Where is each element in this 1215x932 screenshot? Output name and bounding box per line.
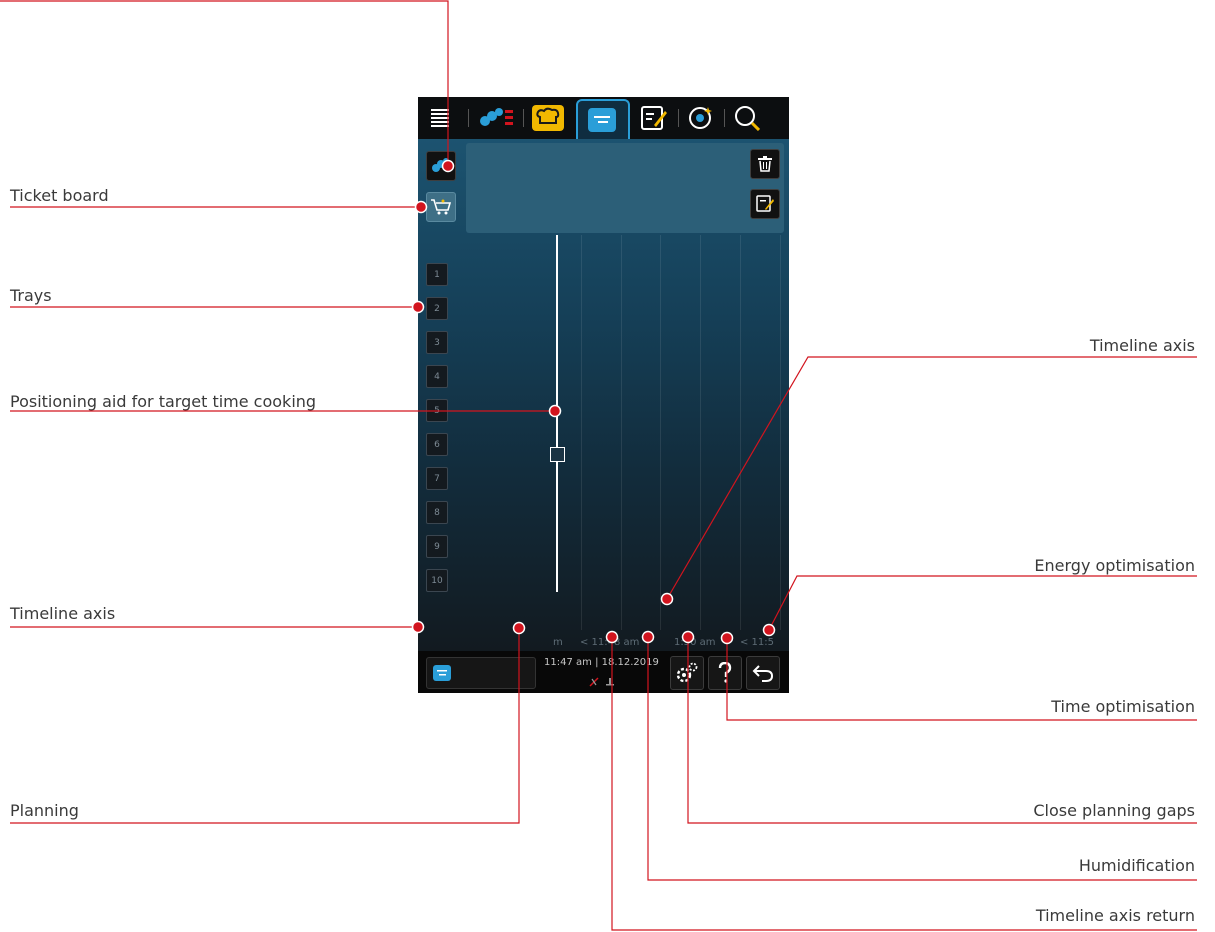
help-icon[interactable] — [708, 656, 742, 690]
grid-line — [581, 235, 582, 630]
back-arrow-icon[interactable] — [746, 656, 780, 690]
grid-line — [700, 235, 701, 630]
tray-6[interactable]: 6 — [426, 433, 448, 456]
planning-area: 1 2 3 4 5 6 7 8 9 10 m < 11:48 am 1:50 a… — [418, 139, 789, 685]
time-label: m — [553, 637, 563, 648]
positioning-aid-handle[interactable] — [550, 447, 565, 462]
label-timeline-axis-left: Timeline axis — [10, 604, 116, 623]
top-tab-bar — [418, 97, 789, 141]
label-timeline-axis-right: Timeline axis — [1089, 336, 1195, 355]
tray-7[interactable]: 7 — [426, 467, 448, 490]
grid-line — [660, 235, 661, 630]
grid-line — [740, 235, 741, 630]
edit-button[interactable] — [750, 189, 780, 219]
label-ticket-board: Ticket board — [10, 186, 109, 205]
grid-line — [780, 235, 781, 630]
cooking-paths-icon[interactable] — [478, 103, 516, 133]
tray-1[interactable]: 1 — [426, 263, 448, 286]
footer-bar: 11:47 am | 18.12.2019 — [418, 651, 789, 693]
timeline-cursor[interactable] — [556, 235, 558, 592]
label-positioning-aid: Positioning aid for target time cooking — [10, 392, 317, 411]
tray-10[interactable]: 10 — [426, 569, 448, 592]
device-screen: 1 2 3 4 5 6 7 8 9 10 m < 11:48 am 1:50 a… — [418, 97, 789, 693]
status-datetime: 11:47 am | 18.12.2019 — [544, 657, 659, 668]
status-date: 18.12.2019 — [601, 657, 659, 668]
settings-gear-icon[interactable] — [670, 656, 704, 690]
time-label: < 11:48 am — [580, 637, 640, 648]
tray-5[interactable]: 5 — [426, 399, 448, 422]
status-separator: | — [595, 657, 599, 668]
tray-4[interactable]: 4 — [426, 365, 448, 388]
label-time-optimisation: Time optimisation — [1051, 697, 1195, 716]
delete-button[interactable] — [750, 149, 780, 179]
chef-hat-icon[interactable] — [532, 103, 564, 133]
planning-tab-button[interactable] — [426, 657, 536, 689]
recipe-edit-icon[interactable] — [638, 103, 670, 133]
time-label: < 11:5 — [740, 637, 775, 648]
label-humidification: Humidification — [1078, 856, 1195, 875]
label-trays: Trays — [10, 286, 52, 305]
search-icon[interactable] — [732, 103, 762, 133]
label-timeline-axis-return: Timeline axis return — [1035, 906, 1195, 925]
label-close-planning-gaps: Close planning gaps — [1033, 801, 1195, 820]
tray-9[interactable]: 9 — [426, 535, 448, 558]
no-connection-icon — [588, 673, 616, 692]
grid-line — [621, 235, 622, 630]
menu-icon[interactable] — [428, 103, 452, 133]
time-label: 1:50 am — [674, 637, 716, 648]
explore-icon[interactable] — [686, 103, 716, 133]
status-time: 11:47 am — [544, 657, 592, 668]
tray-8[interactable]: 8 — [426, 501, 448, 524]
tab-planning[interactable] — [576, 99, 630, 141]
ticket-board-button[interactable] — [426, 151, 456, 181]
tray-3[interactable]: 3 — [426, 331, 448, 354]
label-energy-optimisation: Energy optimisation — [1034, 556, 1195, 575]
ticket-panel — [466, 143, 784, 233]
shopping-cart-button[interactable] — [426, 192, 456, 222]
label-planning: Planning — [10, 801, 79, 820]
tray-2[interactable]: 2 — [426, 297, 448, 320]
